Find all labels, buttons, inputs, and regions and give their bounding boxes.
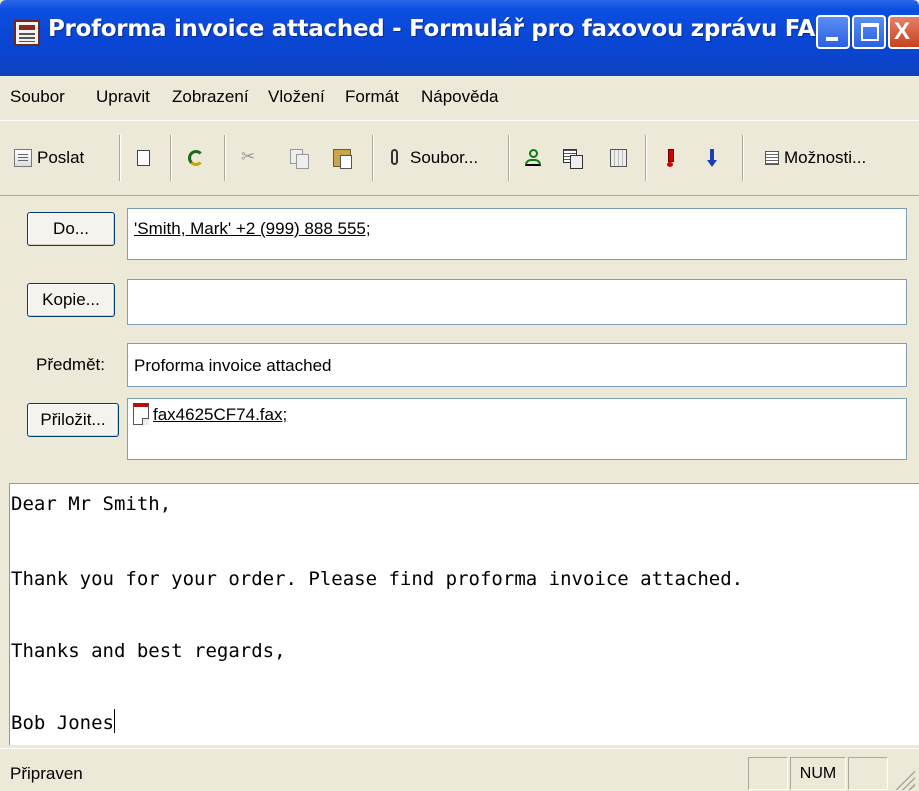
attachments-field[interactable]: fax4625CF74.fax; <box>127 398 907 460</box>
num-lock-indicator: NUM <box>790 757 846 790</box>
book-button[interactable] <box>609 143 632 173</box>
fax-file-icon <box>133 403 149 425</box>
send-label: Poslat <box>37 148 85 167</box>
text-caret <box>113 709 115 733</box>
high-priority-icon <box>661 149 679 167</box>
new-doc-button[interactable] <box>137 143 155 173</box>
toolbar: Poslat Soubor... <box>0 120 919 196</box>
toolbar-separator <box>645 135 647 181</box>
to-button[interactable]: Do... <box>27 212 115 246</box>
attachment-file[interactable]: fax4625CF74.fax; <box>153 405 287 425</box>
cc-button[interactable]: Kopie... <box>27 283 115 317</box>
address-book-button[interactable] <box>524 143 547 173</box>
fax-message-window: Proforma invoice attached - Formulář pro… <box>0 0 919 791</box>
cut-icon <box>241 147 259 167</box>
menu-napoveda[interactable]: Nápověda <box>421 87 499 107</box>
fax-app-icon[interactable] <box>14 20 40 46</box>
high-priority-button[interactable] <box>661 143 684 173</box>
maximize-icon <box>861 23 879 41</box>
undo-icon <box>188 150 204 166</box>
resize-grip[interactable] <box>893 768 915 790</box>
paste-button[interactable] <box>333 143 356 173</box>
subject-value: Proforma invoice attached <box>134 356 332 375</box>
new-doc-icon <box>137 150 150 166</box>
check-names-icon <box>563 149 583 169</box>
cc-field[interactable] <box>127 279 907 325</box>
undo-button[interactable] <box>188 143 209 173</box>
low-priority-button[interactable] <box>703 143 726 173</box>
paperclip-icon <box>387 149 405 167</box>
cut-button[interactable] <box>241 143 264 173</box>
low-priority-icon <box>703 149 721 167</box>
attach-button[interactable]: Přiložit... <box>27 403 119 437</box>
options-button[interactable]: Možnosti... <box>765 143 866 173</box>
menu-upravit[interactable]: Upravit <box>96 87 150 107</box>
attach-file-button[interactable]: Soubor... <box>387 143 478 173</box>
address-book-icon <box>524 149 542 167</box>
options-icon <box>765 151 779 165</box>
send-icon <box>14 149 32 167</box>
toolbar-separator <box>372 135 374 181</box>
toolbar-separator <box>224 135 226 181</box>
close-icon: X <box>894 18 911 45</box>
toolbar-separator <box>742 135 744 181</box>
menu-bar: Soubor Upravit Zobrazení Vložení Formát … <box>0 76 919 120</box>
close-button[interactable]: X <box>888 15 919 49</box>
paste-icon <box>333 149 352 169</box>
status-bar: Připraven NUM <box>0 748 919 791</box>
menu-zobrazeni[interactable]: Zobrazení <box>172 87 249 107</box>
toolbar-separator <box>170 135 172 181</box>
check-names-button[interactable] <box>563 143 586 173</box>
book-icon <box>609 149 627 167</box>
body-line: Thanks and best regards, <box>11 640 286 662</box>
body-line: Bob Jones <box>11 709 115 734</box>
attach-file-label: Soubor... <box>410 148 479 167</box>
status-text: Připraven <box>10 764 83 783</box>
menu-vlozeni[interactable]: Vložení <box>268 87 325 107</box>
copy-button[interactable] <box>290 143 313 173</box>
to-field[interactable]: 'Smith, Mark' +2 (999) 888 555; <box>127 208 907 260</box>
send-button[interactable]: Poslat <box>14 143 84 173</box>
status-panel <box>748 757 788 790</box>
status-panel <box>848 757 888 790</box>
body-line: Thank you for your order. Please find pr… <box>11 568 744 590</box>
menu-soubor[interactable]: Soubor <box>10 87 65 107</box>
subject-field[interactable]: Proforma invoice attached <box>127 343 907 387</box>
minimize-icon <box>826 37 838 41</box>
title-bar[interactable]: Proforma invoice attached - Formulář pro… <box>0 0 919 76</box>
to-recipient[interactable]: 'Smith, Mark' +2 (999) 888 555; <box>134 219 371 239</box>
window-title: Proforma invoice attached - Formulář pro… <box>48 16 818 42</box>
options-label: Možnosti... <box>784 148 867 167</box>
subject-label: Předmět: <box>36 355 105 374</box>
body-line: Dear Mr Smith, <box>11 493 172 515</box>
maximize-button[interactable] <box>852 15 886 49</box>
body-signature: Bob Jones <box>11 712 114 734</box>
toolbar-separator <box>119 135 121 181</box>
menu-format[interactable]: Formát <box>345 87 399 107</box>
copy-icon <box>290 149 309 169</box>
message-body[interactable]: Dear Mr Smith, Thank you for your order.… <box>9 483 919 745</box>
toolbar-separator <box>508 135 510 181</box>
minimize-button[interactable] <box>816 15 850 49</box>
